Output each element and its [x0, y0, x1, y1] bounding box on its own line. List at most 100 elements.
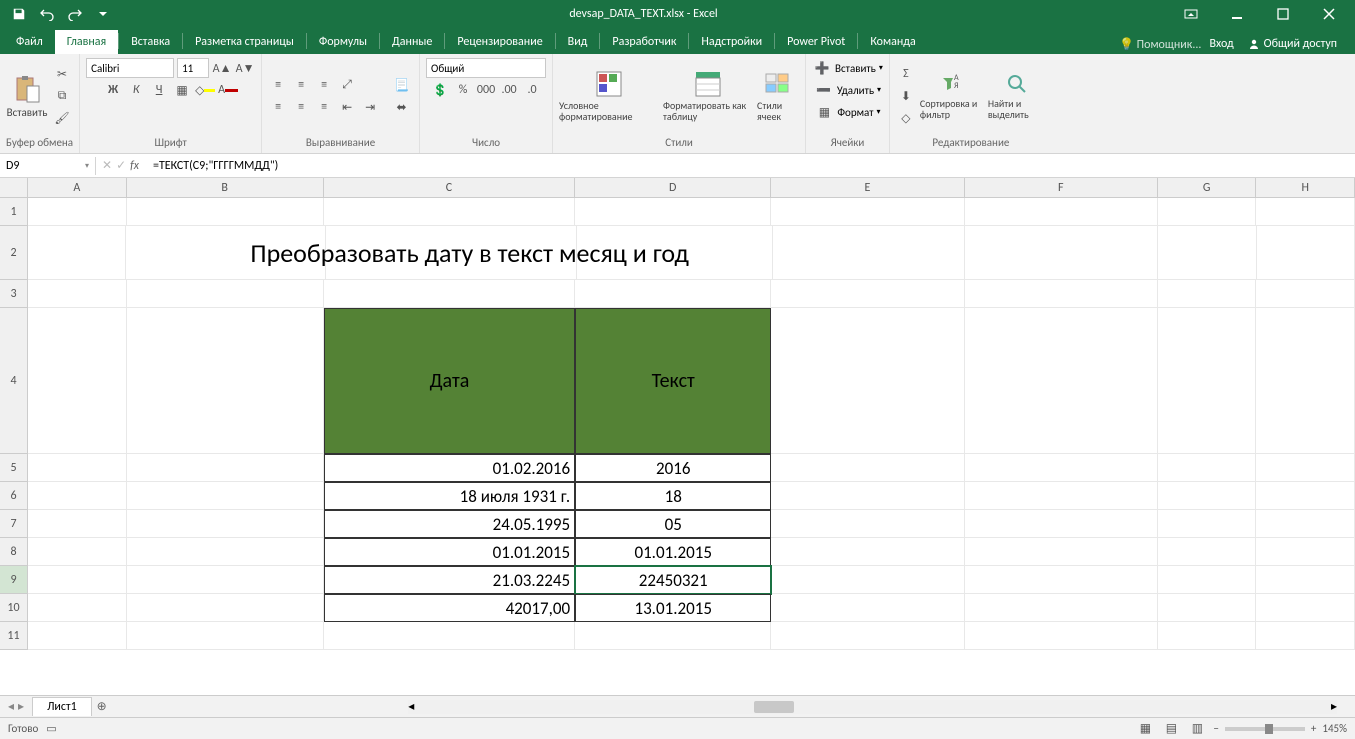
cell-C10[interactable]: 42017,00: [324, 594, 575, 622]
name-box[interactable]: D9▾: [0, 157, 96, 175]
tab-formulas[interactable]: Формулы: [307, 30, 379, 54]
cell-E1[interactable]: [771, 198, 964, 226]
row-header-3[interactable]: 3: [0, 280, 28, 308]
row-header-4[interactable]: 4: [0, 308, 28, 454]
italic-button[interactable]: К: [126, 80, 146, 100]
row-header-5[interactable]: 5: [0, 454, 28, 482]
cell-A8[interactable]: [28, 538, 127, 566]
font-color-button[interactable]: A: [218, 80, 238, 100]
cell-F6[interactable]: [965, 482, 1158, 510]
redo-button[interactable]: [62, 2, 88, 26]
autosum-button[interactable]: Σ: [896, 64, 916, 84]
cell-D2[interactable]: [577, 226, 773, 280]
cell-H2[interactable]: [1257, 226, 1355, 280]
comma-format-button[interactable]: 000: [476, 80, 496, 100]
copy-button[interactable]: ⧉: [52, 86, 72, 106]
tab-developer[interactable]: Разработчик: [600, 30, 688, 54]
horizontal-scrollbar[interactable]: ◂▸: [408, 700, 1337, 714]
row-header-10[interactable]: 10: [0, 594, 28, 622]
cell-A9[interactable]: [28, 566, 127, 594]
cell-G8[interactable]: [1158, 538, 1257, 566]
cell-E11[interactable]: [771, 622, 964, 650]
decrease-indent-button[interactable]: ⇤: [337, 97, 357, 117]
column-header-C[interactable]: C: [324, 178, 575, 198]
tab-review[interactable]: Рецензирование: [445, 30, 554, 54]
cell-D8[interactable]: 01.01.2015: [575, 538, 771, 566]
row-header-6[interactable]: 6: [0, 482, 28, 510]
percent-format-button[interactable]: %: [453, 80, 473, 100]
borders-button[interactable]: ▦: [172, 80, 192, 100]
align-left-button[interactable]: ≡: [268, 97, 288, 117]
cell-G3[interactable]: [1158, 280, 1257, 308]
tab-addins[interactable]: Надстройки: [689, 30, 774, 54]
cell-F8[interactable]: [965, 538, 1158, 566]
column-header-B[interactable]: B: [127, 178, 324, 198]
align-center-button[interactable]: ≡: [291, 97, 311, 117]
cell-H11[interactable]: [1256, 622, 1355, 650]
tab-team[interactable]: Команда: [858, 30, 927, 54]
cell-F4[interactable]: [965, 308, 1158, 454]
cell-G11[interactable]: [1158, 622, 1257, 650]
cell-G9[interactable]: [1158, 566, 1257, 594]
row-header-9[interactable]: 9: [0, 566, 28, 594]
cell-A10[interactable]: [28, 594, 127, 622]
cell-C7[interactable]: 24.05.1995: [324, 510, 575, 538]
increase-font-button[interactable]: A▲: [212, 58, 232, 78]
ribbon-options-button[interactable]: [1171, 0, 1211, 28]
zoom-out-button[interactable]: −: [1213, 722, 1218, 735]
column-header-H[interactable]: H: [1256, 178, 1355, 198]
format-as-table-button[interactable]: Форматировать как таблицу: [663, 70, 753, 122]
sort-filter-button[interactable]: AЯ Сортировка и фильтр: [920, 72, 984, 120]
cell-B6[interactable]: [127, 482, 324, 510]
tellme-field[interactable]: 💡 Помощник...: [1119, 37, 1201, 52]
cell-E2[interactable]: [773, 226, 966, 280]
column-header-E[interactable]: E: [771, 178, 964, 198]
cell-F9[interactable]: [965, 566, 1158, 594]
cell-B3[interactable]: [127, 280, 324, 308]
cell-C5[interactable]: 01.02.2016: [324, 454, 575, 482]
close-button[interactable]: [1309, 0, 1349, 28]
cell-D5[interactable]: 2016: [575, 454, 771, 482]
bold-button[interactable]: Ж: [103, 80, 123, 100]
cell-E8[interactable]: [771, 538, 964, 566]
cell-H1[interactable]: [1256, 198, 1355, 226]
cell-B7[interactable]: [127, 510, 324, 538]
decrease-decimal-button[interactable]: .0: [522, 80, 542, 100]
increase-decimal-button[interactable]: .00: [499, 80, 519, 100]
cell-H4[interactable]: [1256, 308, 1355, 454]
cells-insert-button[interactable]: ➕: [812, 58, 832, 78]
cell-G2[interactable]: [1158, 226, 1256, 280]
cell-C2[interactable]: [326, 226, 577, 280]
cell-B8[interactable]: [127, 538, 324, 566]
cell-C4[interactable]: Дата: [324, 308, 575, 454]
underline-button[interactable]: Ч: [149, 80, 169, 100]
align-top-button[interactable]: ≡: [268, 75, 288, 95]
cell-A5[interactable]: [28, 454, 127, 482]
tab-view[interactable]: Вид: [556, 30, 600, 54]
cell-C9[interactable]: 21.03.2245: [324, 566, 575, 594]
tab-nav-first[interactable]: ◂: [8, 699, 14, 714]
cell-H6[interactable]: [1256, 482, 1355, 510]
cell-F3[interactable]: [965, 280, 1158, 308]
qat-customize[interactable]: [90, 2, 116, 26]
cell-H9[interactable]: [1256, 566, 1355, 594]
tab-data[interactable]: Данные: [380, 30, 444, 54]
cell-D4[interactable]: Текст: [575, 308, 771, 454]
column-header-F[interactable]: F: [965, 178, 1158, 198]
cell-A4[interactable]: [28, 308, 127, 454]
cell-E6[interactable]: [771, 482, 964, 510]
align-right-button[interactable]: ≡: [314, 97, 334, 117]
row-header-7[interactable]: 7: [0, 510, 28, 538]
cell-E4[interactable]: [771, 308, 964, 454]
align-bottom-button[interactable]: ≡: [314, 75, 334, 95]
tab-powerpivot[interactable]: Power Pivot: [775, 30, 857, 54]
column-header-D[interactable]: D: [575, 178, 771, 198]
number-format-combo[interactable]: Общий: [426, 58, 546, 78]
cell-G5[interactable]: [1158, 454, 1257, 482]
cell-C3[interactable]: [324, 280, 575, 308]
cell-D6[interactable]: 18: [575, 482, 771, 510]
cell-D7[interactable]: 05: [575, 510, 771, 538]
zoom-slider[interactable]: [1225, 727, 1305, 731]
cells-format-button[interactable]: ▦: [814, 102, 834, 122]
enter-formula-button[interactable]: ✓: [116, 158, 126, 173]
